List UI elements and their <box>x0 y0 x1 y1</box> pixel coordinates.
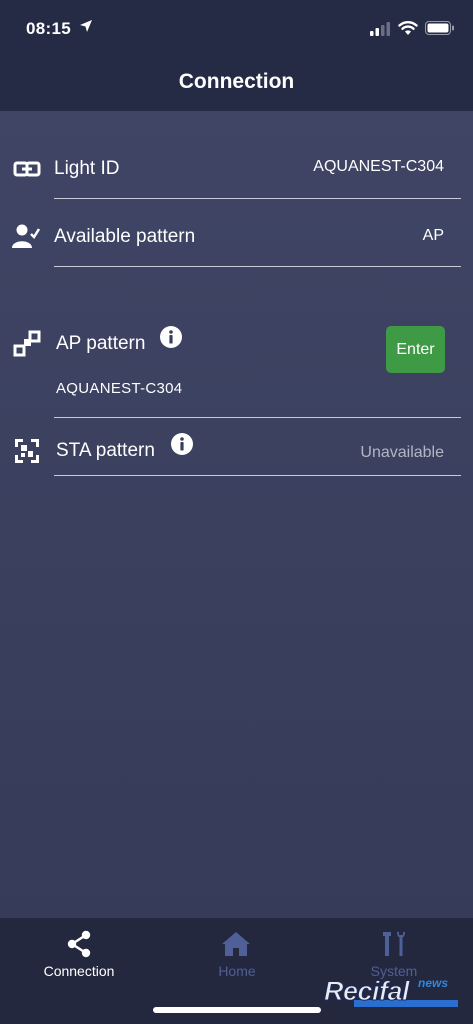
battery-icon <box>425 21 454 35</box>
ap-pattern-icon <box>13 330 41 357</box>
light-id-label: Light ID <box>54 158 120 179</box>
divider <box>54 475 461 476</box>
location-arrow-icon <box>80 20 92 32</box>
sta-pattern-label: STA pattern <box>56 440 155 461</box>
watermark-text: Recifal <box>323 976 410 1007</box>
user-check-icon <box>12 224 40 248</box>
ap-pattern-label: AP pattern <box>56 333 146 354</box>
watermark-news: news <box>418 976 449 990</box>
link-icon <box>13 161 41 177</box>
page-title: Connection <box>178 70 295 93</box>
tab-label: Connection <box>43 963 115 979</box>
light-id-value: AQUANEST-C304 <box>313 158 444 175</box>
sta-pattern-value: Unavailable <box>360 444 444 461</box>
wifi-icon <box>398 21 418 35</box>
home-indicator <box>153 1007 321 1013</box>
tab-label: Home <box>218 963 256 979</box>
divider <box>54 266 461 267</box>
divider <box>54 198 461 199</box>
header: 08:15 Connection <box>0 0 473 111</box>
info-icon[interactable] <box>171 433 193 455</box>
divider <box>54 417 461 418</box>
home-icon <box>222 932 250 956</box>
sta-pattern-icon <box>15 439 39 463</box>
tools-icon <box>383 932 405 956</box>
info-icon[interactable] <box>160 326 182 348</box>
available-pattern-value: AP <box>422 227 444 244</box>
tab-connection[interactable]: Connection <box>0 918 158 998</box>
tab-home[interactable]: Home <box>158 918 316 998</box>
enter-button[interactable]: Enter <box>386 326 445 373</box>
watermark-logo: Recifal news <box>323 976 462 1010</box>
ap-pattern-ssid: AQUANEST-C304 <box>56 380 183 397</box>
status-time: 08:15 <box>26 19 71 38</box>
available-pattern-label: Available pattern <box>54 226 196 247</box>
share-icon <box>67 930 91 958</box>
cellular-signal-icon <box>370 22 390 36</box>
